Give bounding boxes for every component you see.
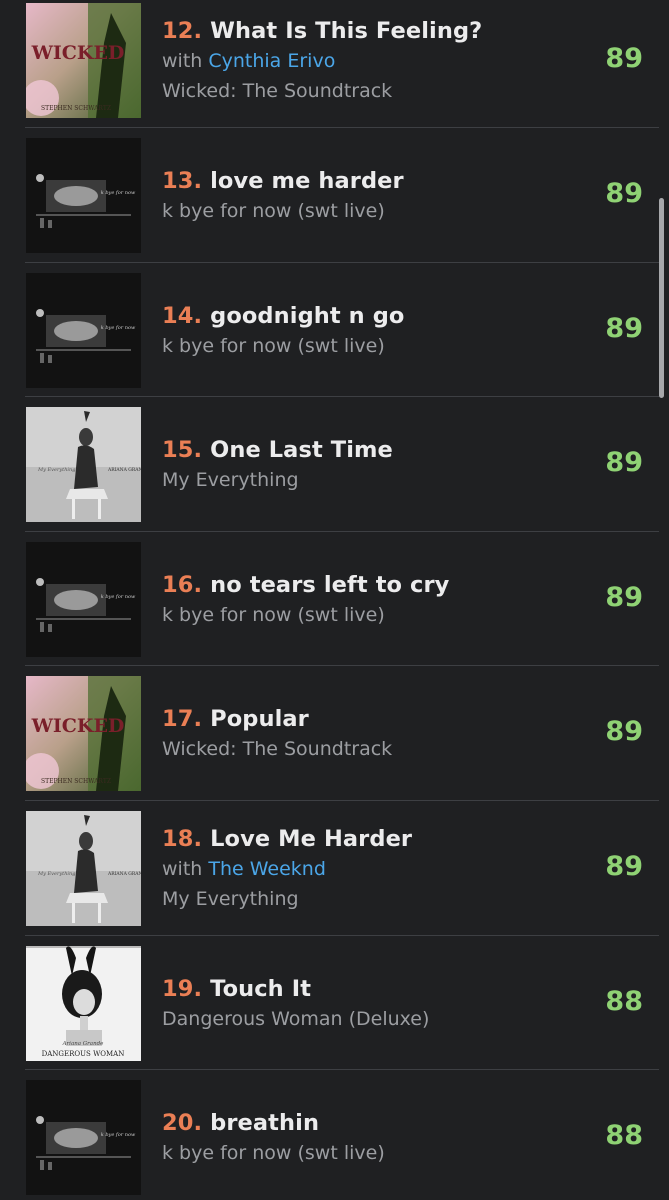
track-rank: 15. xyxy=(162,437,203,463)
track-title-line[interactable]: 19. Touch It xyxy=(162,974,549,1004)
track-score: 89 xyxy=(605,447,643,478)
track-score: 89 xyxy=(605,851,643,882)
featured-artist-link[interactable]: The Weeknd xyxy=(208,858,326,880)
svg-text:ARIANA GRANDE: ARIANA GRANDE xyxy=(107,467,141,473)
album-cover[interactable]: k bye for now xyxy=(26,138,141,253)
album-cover[interactable]: My Everything ARIANA GRANDE xyxy=(26,407,141,522)
album-cover[interactable]: k bye for now xyxy=(26,542,141,657)
track-rank: 20. xyxy=(162,1110,203,1136)
track-title-line[interactable]: 14. goodnight n go xyxy=(162,301,549,331)
album-name[interactable]: My Everything xyxy=(162,884,549,914)
with-label: with xyxy=(162,50,203,72)
track-info: 16. no tears left to cry k bye for now (s… xyxy=(162,570,549,630)
track-score: 89 xyxy=(605,313,643,344)
track-title[interactable]: Touch It xyxy=(210,976,311,1002)
featured-line: with Cynthia Erivo xyxy=(162,46,549,76)
album-cover[interactable]: k bye for now xyxy=(26,1080,141,1195)
track-score: 89 xyxy=(605,43,643,74)
track-rank: 19. xyxy=(162,976,203,1002)
track-rank: 12. xyxy=(162,18,203,44)
track-title[interactable]: Popular xyxy=(210,706,309,732)
track-info: 17. Popular Wicked: The Soundtrack xyxy=(162,704,549,764)
album-name[interactable]: Wicked: The Soundtrack xyxy=(162,76,549,106)
album-cover[interactable]: WICKED STEPHEN SCHWARTZ xyxy=(26,3,141,118)
svg-text:k bye for now: k bye for now xyxy=(101,190,136,196)
track-row[interactable]: k bye for now 16. no tears left to cry k b… xyxy=(0,532,669,666)
svg-text:ARIANA GRANDE: ARIANA GRANDE xyxy=(107,871,141,877)
svg-text:DANGEROUS WOMAN: DANGEROUS WOMAN xyxy=(42,1050,125,1058)
track-title-line[interactable]: 12. What Is This Feeling? xyxy=(162,16,549,46)
with-label: with xyxy=(162,858,203,880)
svg-text:STEPHEN SCHWARTZ: STEPHEN SCHWARTZ xyxy=(41,105,111,112)
featured-line: with The Weeknd xyxy=(162,854,549,884)
track-title-line[interactable]: 20. breathin xyxy=(162,1108,549,1138)
track-title[interactable]: One Last Time xyxy=(210,437,393,463)
track-row[interactable]: k bye for now 13. love me harder k bye for… xyxy=(0,128,669,263)
track-title-line[interactable]: 18. Love Me Harder xyxy=(162,824,549,854)
track-title-line[interactable]: 16. no tears left to cry xyxy=(162,570,549,600)
album-name[interactable]: Dangerous Woman (Deluxe) xyxy=(162,1004,549,1034)
track-info: 13. love me harder k bye for now (swt liv… xyxy=(162,166,549,226)
track-row[interactable]: WICKED STEPHEN SCHWARTZ 17. Popular Wicked:… xyxy=(0,666,669,801)
track-info: 14. goodnight n go k bye for now (swt liv… xyxy=(162,301,549,361)
album-cover[interactable]: k bye for now xyxy=(26,273,141,388)
track-score: 89 xyxy=(605,582,643,613)
svg-text:k bye for now: k bye for now xyxy=(101,325,136,331)
cover-wicked-logo: WICKED xyxy=(31,715,125,737)
track-title[interactable]: no tears left to cry xyxy=(210,572,449,598)
track-title-line[interactable]: 17. Popular xyxy=(162,704,549,734)
album-name[interactable]: k bye for now (swt live) xyxy=(162,196,549,226)
track-row[interactable]: My Everything ARIANA GRANDE 18. Love Me Ha… xyxy=(0,801,669,936)
svg-text:Ariana Grande: Ariana Grande xyxy=(62,1041,105,1047)
track-score: 89 xyxy=(605,178,643,209)
track-title[interactable]: goodnight n go xyxy=(210,303,404,329)
track-score: 88 xyxy=(605,986,643,1017)
track-row[interactable]: k bye for now 20. breathin k bye for now (… xyxy=(0,1070,669,1200)
track-title[interactable]: breathin xyxy=(210,1110,319,1136)
cover-wicked-logo: WICKED xyxy=(31,42,125,64)
track-title[interactable]: Love Me Harder xyxy=(210,826,412,852)
svg-text:My Everything: My Everything xyxy=(37,467,75,473)
track-score: 89 xyxy=(605,716,643,747)
track-rank: 13. xyxy=(162,168,203,194)
svg-text:k bye for now: k bye for now xyxy=(101,1132,136,1138)
track-info: 20. breathin k bye for now (swt live) xyxy=(162,1108,549,1168)
track-rank: 18. xyxy=(162,826,203,852)
album-name[interactable]: k bye for now (swt live) xyxy=(162,331,549,361)
track-rank: 17. xyxy=(162,706,203,732)
track-rank: 14. xyxy=(162,303,203,329)
track-info: 18. Love Me Harder with The Weeknd My Ever… xyxy=(162,824,549,914)
track-row[interactable]: WICKED STEPHEN SCHWARTZ 12. What Is This F… xyxy=(0,0,669,128)
scrollbar[interactable] xyxy=(659,198,664,398)
track-row[interactable]: My Everything ARIANA GRANDE 15. One Last T… xyxy=(0,397,669,532)
track-info: 12. What Is This Feeling? with Cynthia Er… xyxy=(162,16,549,106)
svg-text:My Everything: My Everything xyxy=(37,871,75,877)
album-cover[interactable]: WICKED STEPHEN SCHWARTZ xyxy=(26,676,141,791)
album-name[interactable]: k bye for now (swt live) xyxy=(162,1138,549,1168)
svg-text:k bye for now: k bye for now xyxy=(101,594,136,600)
track-info: 19. Touch It Dangerous Woman (Deluxe) xyxy=(162,974,549,1034)
album-name[interactable]: My Everything xyxy=(162,465,549,495)
album-name[interactable]: k bye for now (swt live) xyxy=(162,600,549,630)
track-info: 15. One Last Time My Everything xyxy=(162,435,549,495)
track-rank: 16. xyxy=(162,572,203,598)
album-cover[interactable]: Ariana Grande DANGEROUS WOMAN xyxy=(26,946,141,1061)
track-row[interactable]: k bye for now 14. goodnight n go k bye for… xyxy=(0,263,669,397)
track-title[interactable]: What Is This Feeling? xyxy=(210,18,482,44)
track-score: 88 xyxy=(605,1120,643,1151)
featured-artist-link[interactable]: Cynthia Erivo xyxy=(208,50,335,72)
track-row[interactable]: Ariana Grande DANGEROUS WOMAN 19. Touch It… xyxy=(0,936,669,1070)
svg-text:STEPHEN SCHWARTZ: STEPHEN SCHWARTZ xyxy=(41,778,111,785)
track-title-line[interactable]: 15. One Last Time xyxy=(162,435,549,465)
album-cover[interactable]: My Everything ARIANA GRANDE xyxy=(26,811,141,926)
track-title-line[interactable]: 13. love me harder xyxy=(162,166,549,196)
album-name[interactable]: Wicked: The Soundtrack xyxy=(162,734,549,764)
track-title[interactable]: love me harder xyxy=(210,168,404,194)
